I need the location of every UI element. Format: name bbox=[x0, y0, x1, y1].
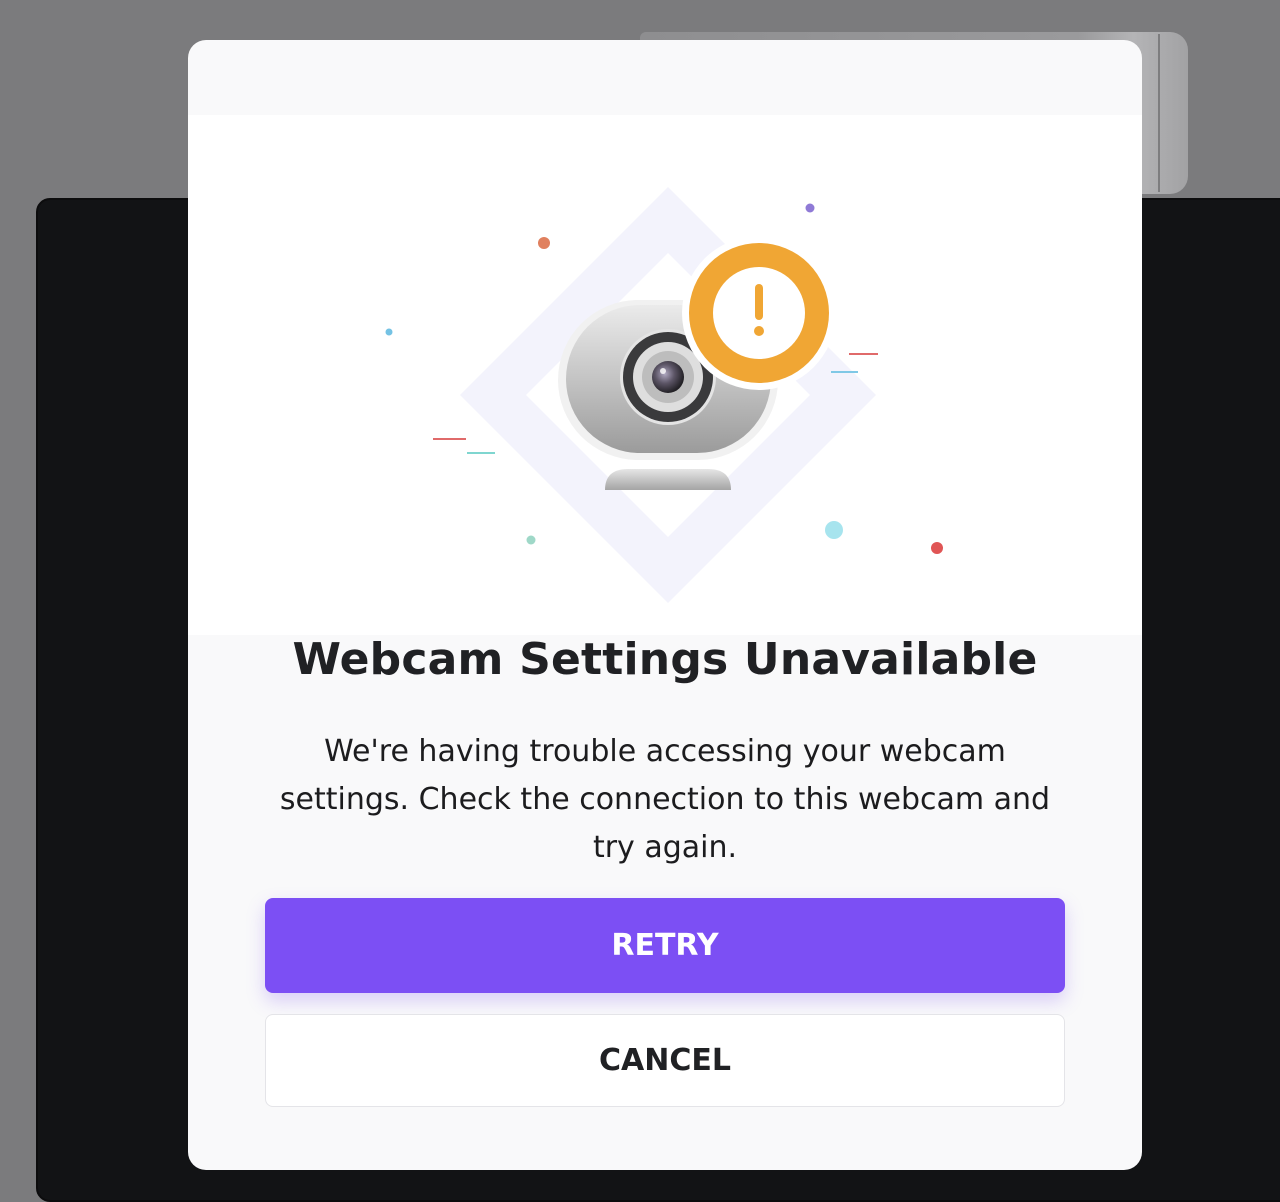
dialog-title: Webcam Settings Unavailable bbox=[292, 634, 1038, 685]
warning-badge-icon bbox=[682, 236, 836, 390]
error-dialog: Webcam Settings Unavailable We're having… bbox=[188, 40, 1142, 1170]
webcam-warning-illustration bbox=[188, 115, 1142, 635]
retry-button[interactable]: RETRY bbox=[265, 898, 1065, 993]
cancel-button[interactable]: CANCEL bbox=[265, 1014, 1065, 1107]
dialog-message: We're having trouble accessing your webc… bbox=[279, 734, 1051, 865]
